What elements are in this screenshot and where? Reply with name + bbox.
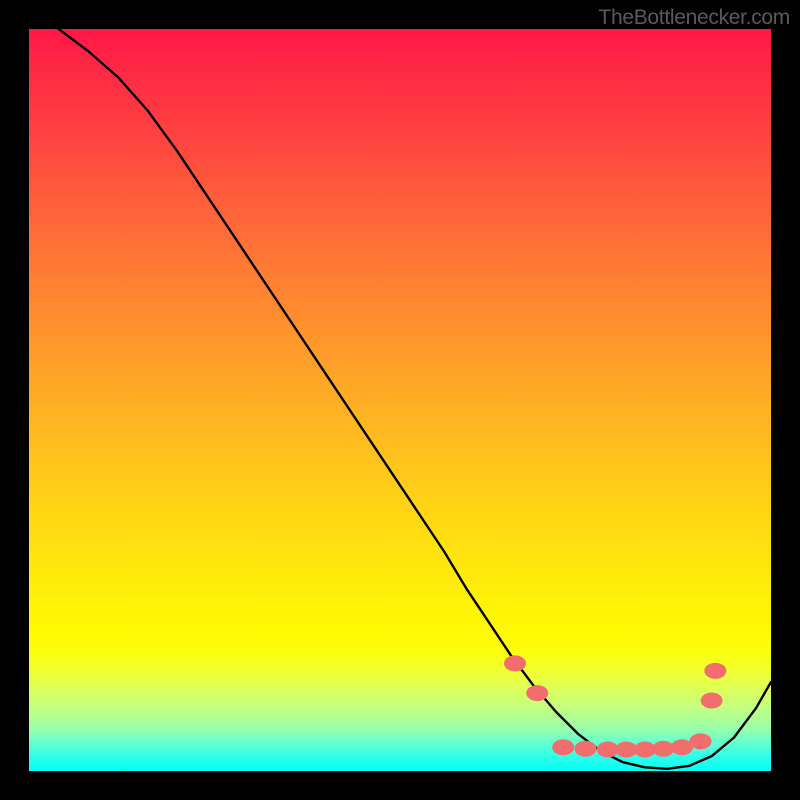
data-marker	[526, 685, 548, 701]
data-marker	[504, 655, 526, 671]
watermark-text: TheBottlenecker.com	[598, 6, 790, 30]
data-marker	[575, 741, 597, 757]
chart-svg	[29, 29, 771, 771]
data-marker	[704, 663, 726, 679]
data-markers	[504, 655, 726, 757]
chart-plot-area	[29, 29, 771, 771]
curve-line	[59, 29, 771, 769]
data-marker	[552, 739, 574, 755]
data-marker	[701, 693, 723, 709]
data-marker	[652, 741, 674, 757]
data-marker	[690, 733, 712, 749]
